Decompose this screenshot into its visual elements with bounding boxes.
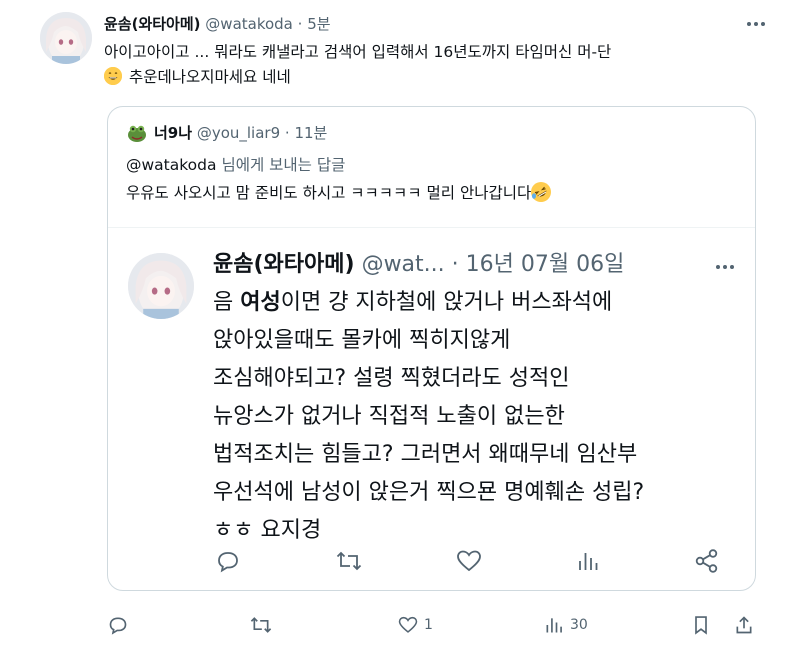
quoted-author-handle[interactable]: @you_liar9 bbox=[197, 124, 280, 142]
inner-line-4: 뉴앙스가 없거나 직접적 노출이 없는한 bbox=[213, 404, 565, 429]
views-icon bbox=[544, 615, 564, 635]
inner-tweet-text: 음 여성이면 걍 지하철에 앉거나 버스좌석에 앉아있을때도 몰카에 찍히지않게… bbox=[213, 284, 644, 550]
quoted-text: 우유도 사오시고 맘 준비도 하시고 ㅋㅋㅋㅋㅋ 멀리 안나갑니다 bbox=[126, 181, 553, 203]
inner-line-1b: 이면 걍 지하철에 앉거나 버스좌석에 bbox=[280, 290, 613, 315]
inner-reply-icon bbox=[216, 546, 240, 576]
inner-author-handle: @wat... bbox=[361, 252, 445, 277]
tweet-text: 아이고아이고 ... 뭐라도 캐낼라고 검색어 입력해서 16년도까지 타임머신… bbox=[104, 40, 611, 90]
views-count: 30 bbox=[570, 617, 588, 633]
reply-button[interactable] bbox=[108, 610, 128, 640]
inner-line-1a: 음 bbox=[213, 290, 241, 315]
share-button[interactable] bbox=[734, 610, 754, 640]
inner-author-name: 윤솜(와타아메) bbox=[213, 252, 355, 277]
inner-line-3: 조심해야되고? 설령 찍혔더라도 성적인 bbox=[213, 366, 570, 391]
tweet-text-line-2-text: 추운데나오지마세요 네네 bbox=[128, 68, 291, 86]
avatar[interactable] bbox=[40, 12, 92, 64]
share-icon bbox=[734, 615, 754, 635]
quoted-header: 너9나 @you_liar9 · 11분 bbox=[154, 123, 327, 143]
retweet-icon bbox=[250, 615, 272, 635]
inner-share-icon bbox=[694, 546, 720, 576]
heart-icon bbox=[398, 615, 418, 635]
inner-line-1: 음 여성이면 걍 지하철에 앉거나 버스좌석에 bbox=[213, 284, 644, 322]
inner-header: 윤솜(와타아메) @wat... · 16년 07월 06일 bbox=[213, 250, 624, 280]
inner-views-icon bbox=[576, 546, 600, 576]
tweet-text-line-1: 아이고아이고 ... 뭐라도 캐낼라고 검색어 입력해서 16년도까지 타임머신… bbox=[104, 43, 612, 61]
inner-action-bar bbox=[216, 546, 718, 576]
more-options-icon[interactable] bbox=[742, 14, 770, 34]
quoted-timestamp[interactable]: · 11분 bbox=[285, 124, 327, 142]
reply-to-suffix: 님에게 보내는 답글 bbox=[221, 156, 346, 174]
embedded-screenshot: 윤솜(와타아메) @wat... · 16년 07월 06일 음 여성이면 걍 … bbox=[108, 227, 755, 589]
rofl-emoji-icon bbox=[531, 182, 552, 202]
inner-date: · 16년 07월 06일 bbox=[451, 252, 625, 277]
inner-line-1-bold: 여성 bbox=[240, 290, 281, 315]
action-bar: 1 30 bbox=[108, 610, 758, 640]
inner-line-5: 법적조치는 힘들고? 그러면서 왜때무네 임산부 bbox=[213, 442, 638, 467]
timestamp[interactable]: · 5분 bbox=[298, 15, 331, 33]
like-button[interactable]: 1 bbox=[398, 610, 433, 640]
tweet-header: 윤솜(와타아메) @watakoda · 5분 bbox=[104, 14, 331, 34]
inner-line-2: 앉아있을때도 몰카에 찍히지않게 bbox=[213, 328, 511, 353]
like-count: 1 bbox=[424, 617, 433, 633]
reply-to-handle[interactable]: @watakoda bbox=[126, 156, 217, 174]
bookmark-button[interactable] bbox=[692, 610, 710, 640]
retweet-button[interactable] bbox=[250, 610, 272, 640]
quoted-author-name[interactable]: 너9나 bbox=[154, 124, 192, 142]
reply-icon bbox=[108, 615, 128, 635]
author-handle[interactable]: @watakoda bbox=[205, 15, 293, 33]
grinning-sweat-emoji-icon bbox=[104, 67, 122, 85]
inner-retweet-icon bbox=[336, 546, 362, 576]
inner-more-icon bbox=[713, 258, 737, 276]
quoted-avatar[interactable] bbox=[126, 122, 148, 144]
quoted-text-body: 우유도 사오시고 맘 준비도 하시고 ㅋㅋㅋㅋㅋ 멀리 안나갑니다 bbox=[126, 184, 532, 202]
views-button[interactable]: 30 bbox=[544, 610, 588, 640]
replying-to: @watakoda 님에게 보내는 답글 bbox=[126, 153, 345, 175]
tweet-text-line-2: 추운데나오지마세요 네네 bbox=[104, 65, 611, 90]
quoted-tweet-card[interactable]: 너9나 @you_liar9 · 11분 @watakoda 님에게 보내는 답… bbox=[107, 106, 756, 591]
inner-like-icon bbox=[456, 546, 482, 576]
inner-avatar bbox=[128, 253, 194, 319]
inner-line-6: 우선석에 남성이 앉은거 찍으묜 명예훼손 성립? bbox=[213, 480, 645, 505]
inner-line-7: ㅎㅎ 요지경 bbox=[213, 518, 322, 543]
author-name[interactable]: 윤솜(와타아메) bbox=[104, 15, 201, 33]
bookmark-icon bbox=[692, 615, 710, 635]
